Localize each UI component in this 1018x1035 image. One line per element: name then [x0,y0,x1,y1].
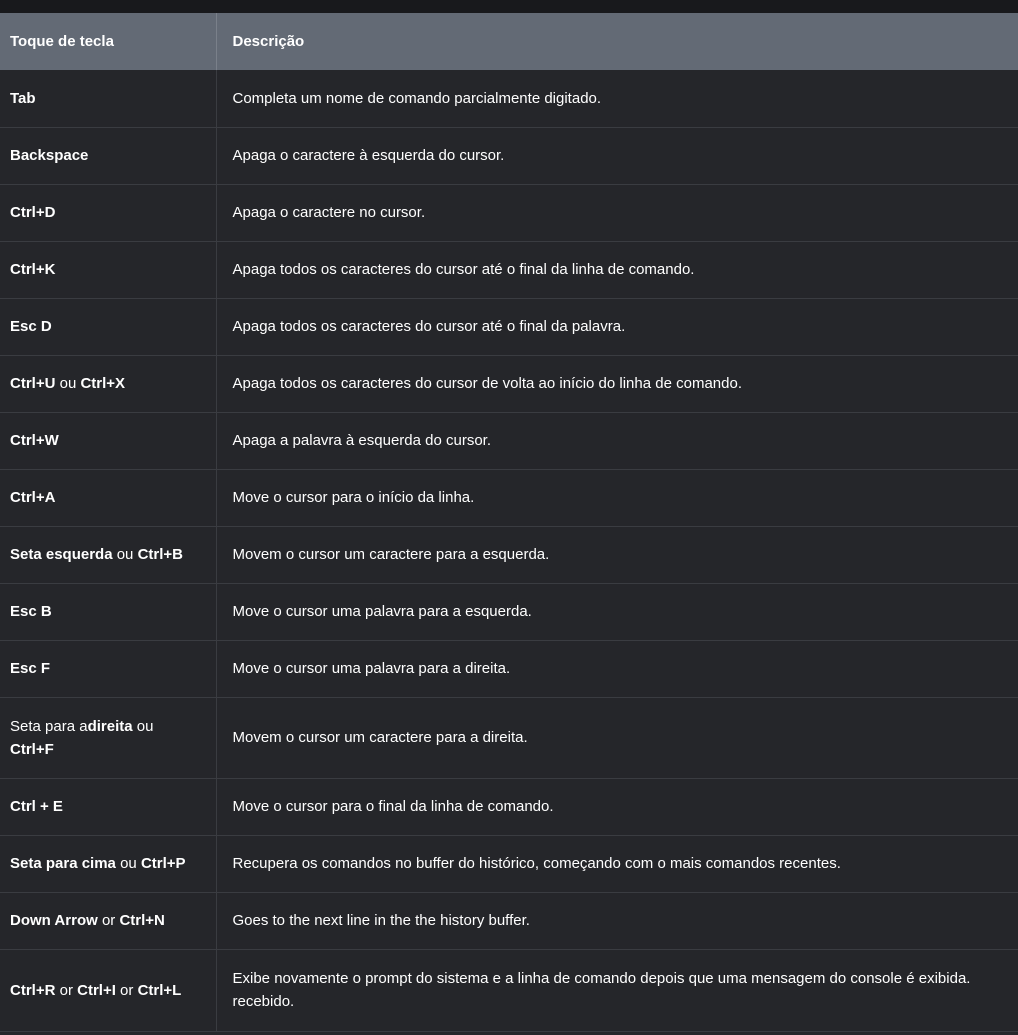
key-separator: ou [55,375,81,392]
table-row: Ctrl+R or Ctrl+I or Ctrl+L Exibe novamen… [0,949,1018,1032]
description-cell: Exibe novamente o prompt do sistema e a … [215,949,1018,1032]
description-cell: Apaga o caractere no cursor. [215,184,1018,242]
header-description: Descrição [215,13,1018,70]
table-row: Ctrl+W Apaga a palavra à esquerda do cur… [0,412,1018,470]
keystroke-cell: Down Arrow or Ctrl+N [0,892,216,950]
key-separator: ou [112,546,138,563]
description-cell: Move o cursor uma palavra para a direita… [215,640,1018,698]
key-label: Tab [10,89,36,107]
key-label: Ctrl+X [80,375,126,392]
keystroke-cell: Seta esquerda ou Ctrl+B [0,526,216,584]
key-separator: ou [132,717,154,735]
key-prefix: Seta para a [10,717,88,735]
top-strip [0,0,1018,13]
keystroke-cell: Ctrl+W [0,412,216,470]
key-label: direita [87,717,133,735]
keystroke-cell: Backspace [0,127,216,185]
key-label: Backspace [10,147,89,164]
key-label: Esc B [10,603,52,620]
table-row: Esc D Apaga todos os caracteres do curso… [0,298,1018,356]
table-row: Ctrl+A Move o cursor para o início da li… [0,469,1018,527]
table-row: Ctrl+U ou Ctrl+X Apaga todos os caracter… [0,355,1018,413]
description-cell: Movem o cursor um caractere para a esque… [215,526,1018,584]
table-row: Esc F Move o cursor uma palavra para a d… [0,640,1018,698]
key-label: Ctrl+F [10,740,54,758]
table-header: Toque de tecla Descrição [0,13,1018,70]
keystroke-table: Toque de tecla Descrição Tab Completa um… [0,13,1018,1032]
keystroke-cell: Ctrl+U ou Ctrl+X [0,355,216,413]
key-label: Seta para cima [10,855,116,872]
key-label: Ctrl+N [119,912,165,929]
description-cell: Goes to the next line in the the history… [215,892,1018,950]
keystroke-cell: Ctrl+R or Ctrl+I or Ctrl+L [0,949,216,1032]
key-label: Ctrl+A [10,489,56,506]
keystroke-cell: Ctrl+A [0,469,216,527]
key-separator: or [55,981,78,999]
key-label: Ctrl+R [10,981,56,999]
keystroke-cell: Esc B [0,583,216,641]
key-label: Ctrl+L [137,981,182,999]
key-label: Ctrl + E [10,798,63,815]
table-row: Tab Completa um nome de comando parcialm… [0,70,1018,128]
table-body: Tab Completa um nome de comando parcialm… [0,70,1018,1032]
key-label: Ctrl+W [10,432,59,449]
table-row: Ctrl+K Apaga todos os caracteres do curs… [0,241,1018,299]
description-cell: Recupera os comandos no buffer do histór… [215,835,1018,893]
key-label: Down Arrow [10,912,98,929]
table-row: Seta para cima ou Ctrl+P Recupera os com… [0,835,1018,893]
keystroke-cell: Ctrl+D [0,184,216,242]
keystroke-cell: Ctrl+K [0,241,216,299]
keystroke-cell: Seta para cima ou Ctrl+P [0,835,216,893]
description-cell: Completa um nome de comando parcialmente… [215,70,1018,128]
table-row: Seta esquerda ou Ctrl+B Movem o cursor u… [0,526,1018,584]
table-row: Esc B Move o cursor uma palavra para a e… [0,583,1018,641]
keystroke-cell: Esc D [0,298,216,356]
header-keystroke: Toque de tecla [0,13,216,70]
description-cell: Apaga todos os caracteres do cursor até … [215,298,1018,356]
key-separator: or [115,981,138,999]
keystroke-cell: Esc F [0,640,216,698]
table-row: Seta para adireita ou Ctrl+F Movem o cur… [0,697,1018,779]
key-label: Ctrl+U [10,375,56,392]
description-cell: Apaga a palavra à esquerda do cursor. [215,412,1018,470]
keystroke-cell: Ctrl + E [0,778,216,836]
key-separator: ou [115,855,141,872]
key-label: Seta esquerda [10,546,113,563]
table-row: Ctrl+D Apaga o caractere no cursor. [0,184,1018,242]
description-cell: Move o cursor uma palavra para a esquerd… [215,583,1018,641]
description-cell: Apaga todos os caracteres do cursor até … [215,241,1018,299]
description-cell: Apaga todos os caracteres do cursor de v… [215,355,1018,413]
table-row: Down Arrow or Ctrl+N Goes to the next li… [0,892,1018,950]
key-label: Ctrl+K [10,261,56,278]
key-separator: or [97,912,120,929]
header-row: Toque de tecla Descrição [0,13,1018,70]
description-cell: Apaga o caractere à esquerda do cursor. [215,127,1018,185]
description-cell: Move o cursor para o final da linha de c… [215,778,1018,836]
keystroke-cell: Tab [0,70,216,128]
key-label: Ctrl+I [77,981,116,999]
description-cell: Movem o cursor um caractere para a direi… [215,697,1018,779]
key-label: Ctrl+D [10,204,56,221]
key-label: Ctrl+P [140,855,186,872]
table-row: Ctrl + E Move o cursor para o final da l… [0,778,1018,836]
key-label: Esc D [10,318,52,335]
keystroke-cell: Seta para adireita ou Ctrl+F [0,697,216,779]
table-row: Backspace Apaga o caractere à esquerda d… [0,127,1018,185]
key-label: Esc F [10,660,51,677]
description-cell: Move o cursor para o início da linha. [215,469,1018,527]
key-label: Ctrl+B [137,546,184,563]
